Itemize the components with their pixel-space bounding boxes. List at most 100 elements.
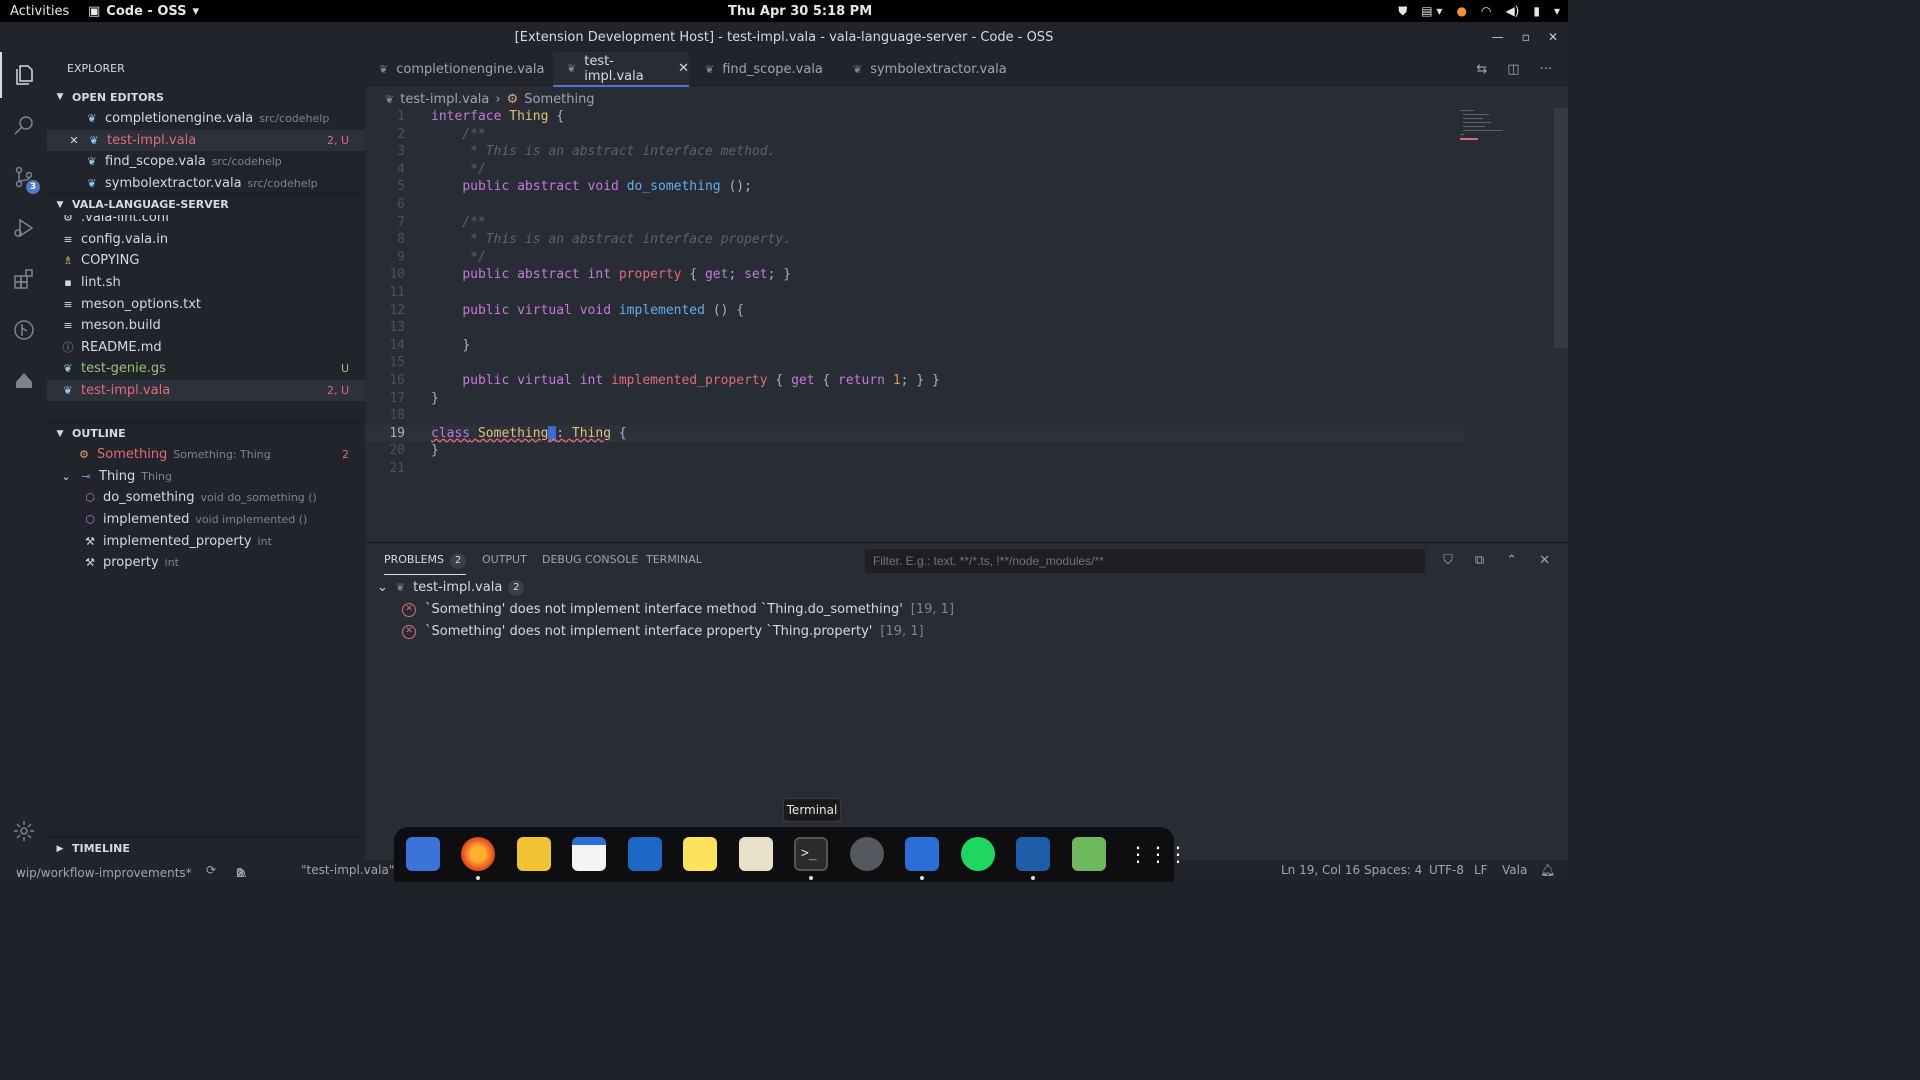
problems-filter-input[interactable]: [865, 549, 1425, 573]
tab-output[interactable]: OUTPUT: [482, 553, 527, 566]
tree-item[interactable]: ≡ meson_options.txt: [47, 293, 365, 315]
indentation[interactable]: Spaces: 4: [1364, 863, 1422, 877]
maximize-panel-icon[interactable]: ⌃: [1506, 553, 1517, 568]
close-panel-icon[interactable]: ✕: [1539, 553, 1550, 568]
outline-item[interactable]: ⬡ implemented void implemented (): [47, 509, 365, 531]
code-line: 6: [365, 196, 1465, 214]
notifications-bell-icon[interactable]: 🔔︎: [1540, 863, 1555, 877]
terminal-app-icon[interactable]: >_: [794, 837, 828, 871]
cursor-position[interactable]: Ln 19, Col 16: [1281, 863, 1360, 877]
system-tray[interactable]: ⛊ ▤ ▾ ● ◠ ◀) ▮ ▾: [1398, 4, 1560, 19]
outline-item[interactable]: ⬡ do_something void do_something (): [47, 487, 365, 509]
tab-debug-console[interactable]: DEBUG CONSOLE: [542, 553, 638, 566]
mail-app-icon[interactable]: [517, 837, 551, 871]
files-app-icon[interactable]: [406, 837, 440, 871]
system-menu-caret-icon[interactable]: ▾: [1554, 4, 1560, 18]
close-tab-icon[interactable]: ✕: [678, 61, 689, 76]
git-graph-icon[interactable]: [0, 307, 47, 353]
open-editors-header[interactable]: ▼ OPEN EDITORS: [47, 86, 365, 108]
source-control-icon[interactable]: 3: [0, 154, 47, 200]
code-line: 5 public abstract void do_something ();: [365, 178, 1465, 196]
chevron-down-icon[interactable]: ⌄: [59, 470, 73, 483]
document-viewer-icon[interactable]: [628, 837, 662, 871]
filter-icon[interactable]: ⛉: [1443, 553, 1453, 568]
settings-gear-icon[interactable]: [0, 808, 47, 854]
collapse-all-icon[interactable]: ⧉: [1475, 553, 1484, 568]
calendar-app-icon[interactable]: [572, 837, 606, 871]
more-actions-icon[interactable]: ···: [1540, 62, 1552, 77]
window-titlebar: [Extension Development Host] - test-impl…: [0, 22, 1568, 52]
tab-terminal[interactable]: TERMINAL: [646, 553, 702, 566]
split-editor-icon[interactable]: ◫: [1507, 62, 1519, 77]
tab-label: find_scope.vala: [722, 62, 823, 77]
tree-item[interactable]: ⓘ README.md: [47, 337, 365, 359]
sync-icon[interactable]: ⟳: [206, 863, 216, 877]
maximize-icon[interactable]: ▫: [1522, 30, 1530, 44]
open-editor-item[interactable]: ❦ find_scope.vala src/codehelp: [47, 151, 365, 173]
tab-completionengine[interactable]: ❦ completionengine.vala: [365, 52, 550, 87]
spotify-icon[interactable]: [961, 837, 995, 871]
problem-item[interactable]: ✕ `Something' does not implement interfa…: [365, 599, 1568, 620]
app-grid-icon[interactable]: ⋮⋮⋮: [1128, 837, 1188, 871]
minimap[interactable]: [1460, 108, 1520, 148]
code-oss-icon[interactable]: [905, 837, 939, 871]
activities-button[interactable]: Activities: [10, 4, 69, 19]
explorer-icon[interactable]: [0, 52, 47, 98]
close-window-icon[interactable]: ✕: [1548, 30, 1558, 44]
network-tool-icon[interactable]: [850, 837, 884, 871]
open-changes-icon[interactable]: ⇆: [1476, 62, 1487, 77]
tree-item[interactable]: ❦ test-genie.gs U: [47, 358, 365, 380]
encoding[interactable]: UTF-8: [1429, 863, 1464, 877]
firefox-icon[interactable]: [461, 837, 495, 871]
tree-item[interactable]: ♗ COPYING: [47, 250, 365, 272]
search-icon[interactable]: [0, 103, 47, 149]
outline-detail: int: [257, 534, 272, 548]
close-editor-icon[interactable]: ✕: [67, 134, 81, 147]
code-line: 8 * This is an abstract interface proper…: [365, 231, 1465, 249]
tab-label: completionengine.vala: [396, 62, 545, 77]
clock[interactable]: Thu Apr 30 5:18 PM: [728, 4, 872, 19]
text-editor-icon[interactable]: [683, 837, 717, 871]
timeline-header[interactable]: ▶ TIMELINE: [47, 837, 365, 859]
tab-symbolextractor[interactable]: ❦ symbolextractor.vala: [839, 52, 1009, 87]
tab-test-impl[interactable]: ❦ test-impl.vala ✕: [553, 52, 689, 87]
outline-item[interactable]: ⚒ implemented_property int: [47, 530, 365, 552]
breadcrumb-symbol[interactable]: Something: [524, 92, 594, 107]
outline-item[interactable]: ⚒ property int: [47, 552, 365, 574]
shield-icon[interactable]: ⛊: [1398, 4, 1407, 19]
line-ending[interactable]: LF: [1474, 863, 1488, 877]
outline-item[interactable]: ⌄ ⊸ Thing Thing: [47, 466, 365, 488]
minimize-icon[interactable]: —: [1492, 30, 1504, 44]
vertical-scrollbar[interactable]: [1554, 108, 1568, 348]
problem-file-group[interactable]: ⌄ ❦ test-impl.vala 2: [365, 577, 1568, 598]
x-tools-icon[interactable]: [739, 837, 773, 871]
clipboard-icon[interactable]: ▤ ▾: [1421, 4, 1442, 18]
app-menu[interactable]: ▣ Code - OSS ▾: [88, 4, 199, 19]
open-editor-item[interactable]: ❦ symbolextractor.vala src/codehelp: [47, 173, 365, 195]
extensions-icon[interactable]: [0, 256, 47, 302]
tab-problems[interactable]: PROBLEMS 2: [384, 553, 467, 575]
tree-item[interactable]: ≡ meson.build: [47, 315, 365, 337]
code-line: 12 public virtual void implemented () {: [365, 302, 1465, 320]
tree-item[interactable]: ▪ lint.sh: [47, 272, 365, 294]
tab-find-scope[interactable]: ❦ find_scope.vala: [691, 52, 837, 87]
language-mode[interactable]: Vala: [1502, 863, 1527, 877]
r-studio-icon[interactable]: [1016, 837, 1050, 871]
tree-item[interactable]: ≡ config.vala.in: [47, 229, 365, 251]
outline-header[interactable]: ▼ OUTLINE: [47, 422, 365, 444]
problem-message: `Something' does not implement interface…: [425, 602, 903, 617]
tree-item[interactable]: ❦ test-impl.vala 2, U: [47, 379, 365, 402]
project-header[interactable]: ▼ VALA-LANGUAGE-SERVER: [47, 193, 365, 215]
tree-item[interactable]: ⚙ .vala-lint.conf: [47, 215, 365, 229]
app-menu-label: Code - OSS: [106, 3, 187, 19]
remote-icon[interactable]: [0, 358, 47, 404]
run-debug-icon[interactable]: [0, 205, 47, 251]
interface-icon: ⊸: [81, 469, 91, 483]
problem-item[interactable]: ✕ `Something' does not implement interfa…: [365, 621, 1568, 642]
outline-item[interactable]: ⚙ Something Something: Thing 2: [47, 444, 365, 466]
line-number: 14: [389, 337, 405, 353]
trash-icon[interactable]: [1072, 837, 1106, 871]
breadcrumb-file[interactable]: test-impl.vala: [400, 92, 489, 107]
open-editor-item[interactable]: ❦ completionengine.vala src/codehelp: [47, 108, 365, 130]
open-editor-item[interactable]: ✕ ❦ test-impl.vala 2, U: [47, 129, 365, 152]
